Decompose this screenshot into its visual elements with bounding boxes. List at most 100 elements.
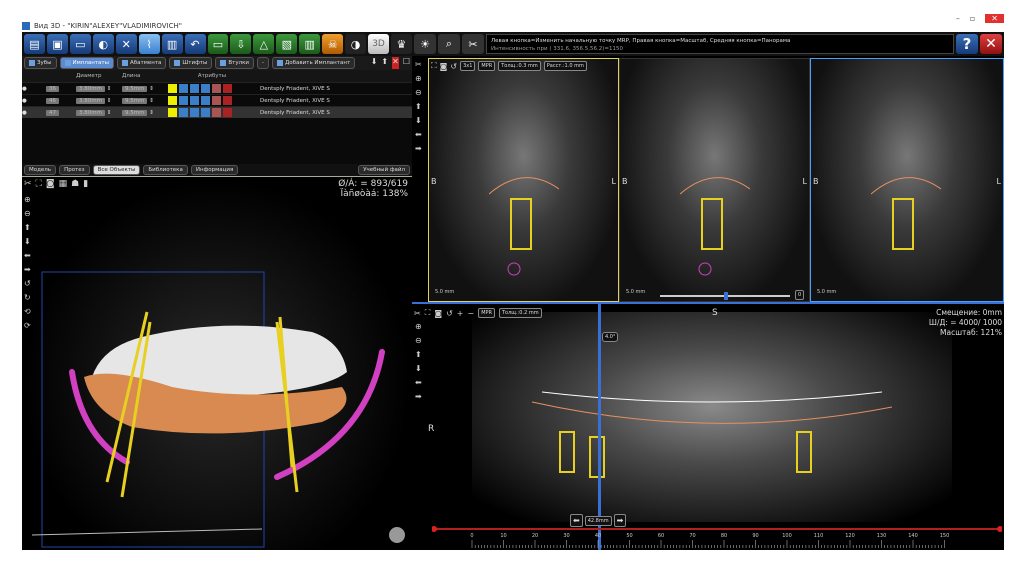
tab-training-file[interactable]: Учебный файл bbox=[358, 165, 410, 175]
color-swatch[interactable] bbox=[168, 84, 177, 93]
parallel-icon[interactable] bbox=[201, 84, 210, 93]
table-row[interactable]: ● 36 3.80mm ⇕ 9.5mm ⇕ Dentsply Friadent,… bbox=[22, 82, 412, 94]
search-icon[interactable]: ⌕ bbox=[438, 34, 460, 54]
fullscreen-icon[interactable]: ⛶ bbox=[431, 61, 437, 71]
ruler-end-handle[interactable] bbox=[997, 526, 1002, 532]
save-icon[interactable]: ▣ bbox=[46, 34, 68, 54]
lock-icon[interactable] bbox=[190, 96, 199, 105]
maximize-button[interactable]: ▫ bbox=[970, 14, 975, 23]
length-stepper[interactable]: 9.5mm bbox=[122, 85, 148, 92]
slider-thumb[interactable] bbox=[724, 292, 728, 300]
diameter-stepper[interactable]: 3.80mm bbox=[76, 97, 105, 104]
move-up-icon[interactable]: ⬆ bbox=[381, 57, 388, 69]
visibility-dot[interactable]: ● bbox=[22, 86, 46, 92]
slice-slider[interactable] bbox=[660, 292, 790, 300]
report-icon[interactable]: ▧ bbox=[276, 34, 298, 54]
visibility-dot[interactable]: ● bbox=[22, 110, 46, 116]
tools-icon[interactable]: ✂ bbox=[415, 60, 425, 69]
table-row[interactable]: ● 46 3.80mm ⇕ 9.5mm ⇕ Dentsply Friadent,… bbox=[22, 94, 412, 106]
tab-prosthesis[interactable]: Протез bbox=[59, 165, 90, 175]
close-window-button[interactable]: ✕ bbox=[985, 14, 1004, 23]
table-row[interactable]: ● 47 3.80mm ⇕ 9.5mm ⇕ Dentsply Friadent,… bbox=[22, 106, 412, 118]
minimize-button[interactable]: – bbox=[956, 14, 960, 23]
tab-model[interactable]: Модель bbox=[24, 165, 57, 175]
cross-section-view-1[interactable]: ⛶ ◙ ↺ 3x1 MPR Толщ.:0.3 mm Расст.:1.0 mm B… bbox=[428, 58, 619, 302]
checkbox-icon[interactable]: ☐ bbox=[403, 57, 410, 69]
reset-icon[interactable]: ↺ bbox=[446, 309, 453, 318]
help-button[interactable]: ? bbox=[956, 34, 978, 54]
visibility-dot[interactable]: ● bbox=[22, 98, 46, 104]
distance-button[interactable]: Расст.:1.0 mm bbox=[543, 61, 587, 71]
thickness-button[interactable]: Толщ.:0.3 mm bbox=[498, 61, 541, 71]
reset-icon[interactable]: ↺ bbox=[450, 62, 457, 71]
tooth-number[interactable]: 36 bbox=[46, 85, 59, 92]
zoom-in-icon[interactable]: ⊕ bbox=[415, 74, 425, 83]
diameter-stepper[interactable]: 3.80mm bbox=[76, 85, 105, 92]
tooth-number[interactable]: 46 bbox=[46, 97, 59, 104]
tab-teeth[interactable]: Зубы bbox=[24, 57, 57, 69]
cross-section-view-2[interactable]: B L 5.0 mm 0 bbox=[619, 58, 810, 302]
export-icon[interactable]: ⇩ bbox=[230, 34, 252, 54]
arrow-up-icon[interactable]: ⬆ bbox=[415, 102, 425, 111]
trash-icon[interactable]: ▥ bbox=[161, 34, 183, 54]
arrow-up-icon[interactable]: ⬆ bbox=[415, 350, 425, 359]
view-icon[interactable] bbox=[179, 108, 188, 117]
panoramic-view[interactable]: ✂ ⛶ ◙ ↺ + − MPR Толщ.:0.2 mm ⊕ ⊖ ⬆ ⬇ ⬅ ➡ S R 4.0° … bbox=[412, 302, 1004, 550]
lock-icon[interactable] bbox=[190, 108, 199, 117]
tab-sleeves[interactable]: Втулки bbox=[215, 57, 254, 69]
ruler[interactable]: 0 10 20 30 40 50 60 70 80 90 100 110 120 130 140 150 bbox=[432, 526, 1002, 550]
remove-icon[interactable]: ✕ bbox=[392, 57, 399, 69]
plus-icon[interactable]: + bbox=[457, 309, 464, 318]
diameter-stepper[interactable]: 3.80mm bbox=[76, 109, 105, 116]
thickness-button[interactable]: Толщ.:0.2 mm bbox=[499, 308, 542, 318]
delete-icon[interactable] bbox=[223, 96, 232, 105]
tools-icon[interactable]: ✂ bbox=[414, 309, 421, 318]
parallel-icon[interactable] bbox=[201, 96, 210, 105]
tab-library[interactable]: Библиотека bbox=[143, 165, 188, 175]
3d-view[interactable]: ✂ ⛶ ◙ ▦ ☗ ▮ ⊕ ⊖ ⬆ ⬇ ⬅ ➡ ↺ ↻ ⟲ ⟳ Ø/Á: = 893/619 Ïàñøòàá… bbox=[22, 177, 412, 550]
length-stepper[interactable]: 9.5mm bbox=[122, 109, 148, 116]
mpr-button[interactable]: MPR bbox=[478, 61, 496, 71]
color-swatch[interactable] bbox=[168, 96, 177, 105]
parallel-icon[interactable] bbox=[201, 108, 210, 117]
arrow-left-icon[interactable]: ⬅ bbox=[415, 378, 425, 387]
light-icon[interactable]: ☀ bbox=[414, 34, 436, 54]
add-implant-button[interactable]: Добавить Имплантант bbox=[272, 57, 356, 69]
camera-icon[interactable]: ◙ bbox=[434, 309, 442, 318]
view-icon[interactable] bbox=[179, 84, 188, 93]
implant-icon[interactable]: ⌇ bbox=[138, 34, 160, 54]
arrow-down-icon[interactable]: ⬇ bbox=[415, 116, 425, 125]
mpr-button[interactable]: MPR bbox=[478, 308, 495, 318]
crown-icon[interactable]: ♛ bbox=[391, 34, 412, 54]
nerve-icon[interactable]: ☠ bbox=[322, 34, 344, 54]
comment-icon[interactable]: ▭ bbox=[69, 34, 91, 54]
delete-icon[interactable]: ▥ bbox=[299, 34, 321, 54]
tab-information[interactable]: Информация bbox=[190, 165, 239, 175]
tooth-number[interactable]: 47 bbox=[46, 109, 59, 116]
tab-implants[interactable]: Имплантаты bbox=[59, 57, 114, 69]
minus-icon[interactable]: − bbox=[467, 309, 474, 318]
collision-icon[interactable] bbox=[212, 108, 221, 117]
collision-icon[interactable] bbox=[212, 84, 221, 93]
arrow-down-icon[interactable]: ⬇ bbox=[415, 364, 425, 373]
cross-section-view-3[interactable]: B L 5.0 mm bbox=[810, 58, 1004, 302]
scissors-icon[interactable]: ✂ bbox=[462, 34, 484, 54]
color-swatch[interactable] bbox=[168, 108, 177, 117]
collapse-button[interactable]: - bbox=[257, 57, 269, 69]
arrow-right-icon[interactable]: ➡ bbox=[415, 392, 425, 401]
zoom-in-icon[interactable]: ⊕ bbox=[415, 322, 425, 331]
delete-icon[interactable] bbox=[223, 84, 232, 93]
move-down-icon[interactable]: ⬇ bbox=[371, 57, 378, 69]
fullscreen-icon[interactable]: ⛶ bbox=[425, 308, 431, 318]
undo-icon[interactable]: ↶ bbox=[184, 34, 206, 54]
delete-icon[interactable] bbox=[223, 108, 232, 117]
collision-icon[interactable] bbox=[212, 96, 221, 105]
tab-all-objects[interactable]: Все Объекты bbox=[92, 165, 141, 175]
lock-icon[interactable] bbox=[190, 84, 199, 93]
head-orientation-icon[interactable] bbox=[389, 527, 405, 543]
view-icon[interactable] bbox=[179, 96, 188, 105]
layout-button[interactable]: 3x1 bbox=[460, 61, 476, 71]
settings-icon[interactable]: ◐ bbox=[92, 34, 114, 54]
tools-icon[interactable]: ✕ bbox=[115, 34, 137, 54]
contrast-icon[interactable]: ◑ bbox=[345, 34, 367, 54]
